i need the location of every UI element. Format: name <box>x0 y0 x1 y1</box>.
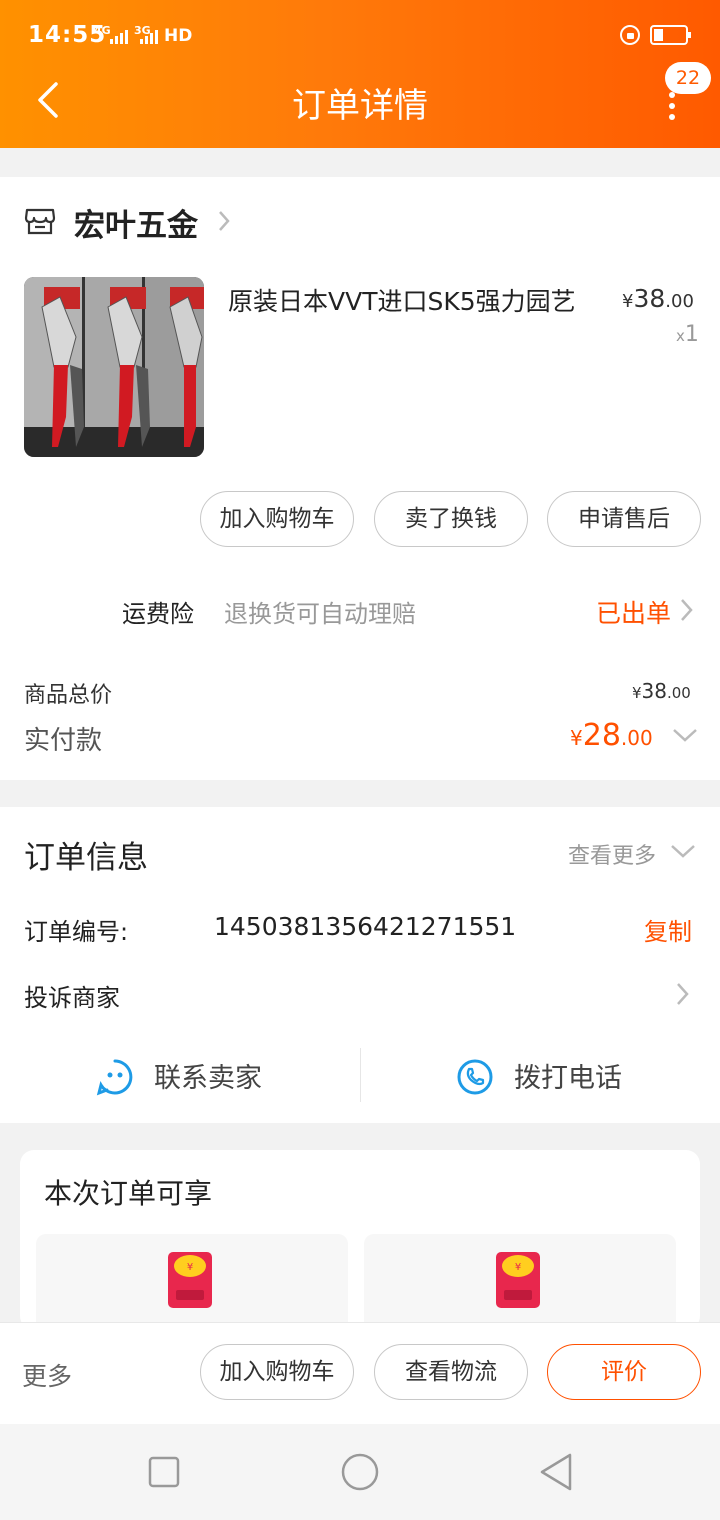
product-title[interactable]: 原装日本VVT进口SK5强力园艺 <box>228 282 576 318</box>
benefit-tile[interactable]: ¥ <box>364 1234 676 1334</box>
more-menu-icon[interactable] <box>662 92 682 122</box>
store-icon <box>24 208 56 235</box>
hd-indicator: HD <box>164 26 193 46</box>
chevron-down-icon[interactable] <box>672 726 698 744</box>
benefits-title: 本次订单可享 <box>44 1177 213 1210</box>
copy-order-number-button[interactable]: 复制 <box>644 912 692 947</box>
divider <box>360 1048 361 1102</box>
bottom-action-bar: 更多 加入购物车 查看物流 评价 <box>0 1322 720 1424</box>
order-number-label: 订单编号: <box>24 918 129 946</box>
shipping-insurance-status[interactable]: 已出单 <box>596 594 671 630</box>
order-number-value: 1450381356421271551 <box>214 912 517 941</box>
product-quantity: x1 <box>676 322 699 347</box>
goods-total-value: ¥38.00 <box>632 679 691 703</box>
call-phone-button[interactable]: 拨打电话 <box>514 1056 622 1095</box>
message-count-badge[interactable]: 22 <box>665 62 711 94</box>
network-type-1: 4G <box>94 24 111 37</box>
phone-icon[interactable] <box>456 1058 494 1096</box>
chat-icon[interactable] <box>96 1058 134 1096</box>
recents-icon[interactable] <box>148 1456 180 1488</box>
chevron-right-icon[interactable] <box>214 206 234 236</box>
order-info-title: 订单信息 <box>24 840 148 876</box>
status-bar: 14:55 4G 3G HD <box>0 18 720 58</box>
goods-total-label: 商品总价 <box>24 683 113 708</box>
signal-icon-2 <box>140 30 158 44</box>
add-to-cart-button[interactable]: 加入购物车 <box>200 491 354 547</box>
contact-seller-button[interactable]: 联系卖家 <box>154 1056 262 1095</box>
paid-amount-label: 实付款 <box>24 726 103 756</box>
chevron-right-icon[interactable] <box>674 980 692 1008</box>
chevron-right-icon[interactable] <box>678 596 696 624</box>
app-header: 14:55 4G 3G HD 订单详情 22 <box>0 0 720 148</box>
red-packet-icon: ¥ <box>496 1252 540 1308</box>
product-price: ¥38.00 <box>622 284 694 313</box>
rotation-lock-icon <box>620 25 640 45</box>
benefit-tile[interactable]: ¥ <box>36 1234 348 1334</box>
system-nav-bar <box>0 1424 720 1520</box>
rate-button[interactable]: 评价 <box>547 1344 701 1400</box>
back-nav-icon[interactable] <box>538 1452 574 1492</box>
red-packet-icon: ¥ <box>168 1252 212 1308</box>
page-title: 订单详情 <box>292 86 428 126</box>
add-to-cart-button[interactable]: 加入购物车 <box>200 1344 354 1400</box>
more-button[interactable]: 更多 <box>22 1357 72 1393</box>
sell-for-cash-button[interactable]: 卖了换钱 <box>374 491 528 547</box>
battery-icon <box>650 25 691 45</box>
view-logistics-button[interactable]: 查看物流 <box>374 1344 528 1400</box>
product-image[interactable] <box>24 277 204 457</box>
chevron-down-icon[interactable] <box>670 842 696 860</box>
order-benefits-card: 本次订单可享 ¥ ¥ <box>20 1150 700 1334</box>
signal-icon-1 <box>110 30 128 44</box>
shop-name[interactable]: 宏叶五金 <box>74 200 198 245</box>
paid-amount-value: ¥28.00 <box>570 718 653 753</box>
svg-text:¥: ¥ <box>187 1262 193 1273</box>
home-icon[interactable] <box>340 1452 380 1492</box>
shipping-insurance-label: 运费险 <box>122 600 194 628</box>
view-more-link[interactable]: 查看更多 <box>568 838 656 870</box>
svg-text:¥: ¥ <box>515 1262 521 1273</box>
shipping-insurance-desc: 退换货可自动理赔 <box>224 600 416 628</box>
after-sale-button[interactable]: 申请售后 <box>547 491 701 547</box>
complain-merchant-link[interactable]: 投诉商家 <box>24 978 120 1013</box>
